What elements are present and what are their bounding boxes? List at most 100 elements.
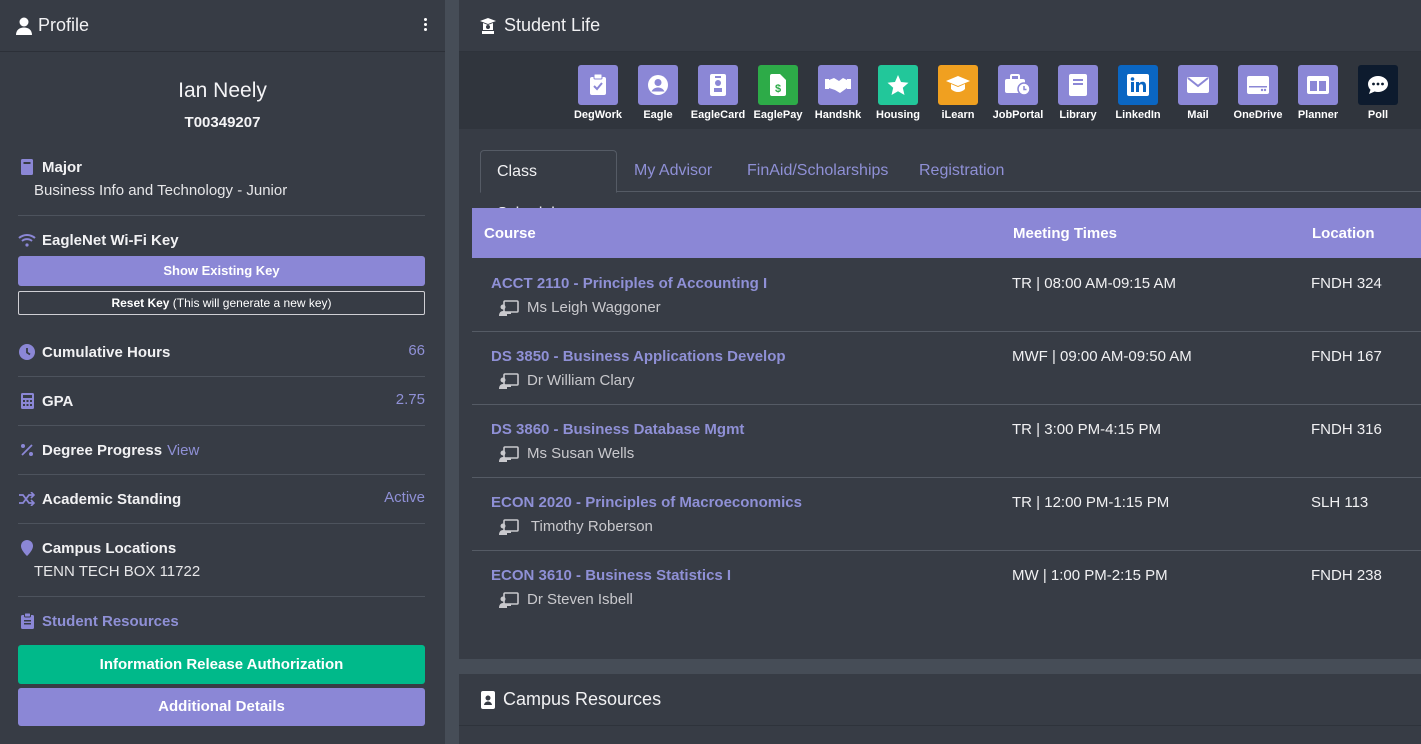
profile-header: Profile <box>0 0 445 52</box>
app-planner[interactable]: Planner <box>1288 65 1348 121</box>
app-linkedin[interactable]: LinkedIn <box>1108 65 1168 121</box>
app-ilearn[interactable]: iLearn <box>928 65 988 121</box>
course-link[interactable]: ECON 2020 - Principles of Macroeconomics <box>491 494 802 511</box>
app-library[interactable]: Library <box>1048 65 1108 121</box>
app-mail[interactable]: Mail <box>1168 65 1228 121</box>
user-icon <box>16 17 32 35</box>
chalkboard-teacher-icon <box>499 591 519 608</box>
chalkboard-teacher-icon <box>499 299 519 316</box>
student-life-card: Student Life DegWork Eagle EagleCard $ E… <box>459 0 1421 659</box>
course-link[interactable]: DS 3860 - Business Database Mgmt <box>491 421 744 438</box>
additional-details-button[interactable]: Additional Details <box>18 688 425 726</box>
meeting-times: TR | 3:00 PM-4:15 PM <box>1012 421 1161 438</box>
hours-label: Cumulative Hours <box>42 343 171 361</box>
app-launcher: DegWork Eagle EagleCard $ EaglePay Hands… <box>459 52 1421 129</box>
id-badge-icon <box>698 65 738 105</box>
instructor: Ms Leigh Waggoner <box>499 299 661 316</box>
standing-section: Academic Standing Active <box>18 489 425 509</box>
divider <box>18 474 425 475</box>
table-row: ECON 2020 - Principles of Macroeconomics… <box>472 478 1421 551</box>
tab-registration[interactable]: Registration <box>903 150 1020 192</box>
course-link[interactable]: ECON 3610 - Business Statistics I <box>491 567 731 584</box>
gpa-value: 2.75 <box>395 391 425 408</box>
more-options-icon[interactable] <box>419 15 431 33</box>
chalkboard-teacher-icon <box>499 518 519 535</box>
campus-value: TENN TECH BOX 11722 <box>34 563 201 580</box>
campus-label: Campus Locations <box>42 539 177 557</box>
table-row: ECON 3610 - Business Statistics I Dr Ste… <box>472 551 1421 624</box>
location: FNDH 324 <box>1311 275 1382 292</box>
student-name: Ian Neely <box>178 79 267 102</box>
resources-label: Student Resources <box>42 612 179 630</box>
major-label: Major <box>42 158 83 176</box>
app-housing[interactable]: Housing <box>868 65 928 121</box>
svg-text:$: $ <box>775 83 781 95</box>
tab-my-advisor[interactable]: My Advisor <box>618 150 728 192</box>
degree-view-link[interactable]: View <box>167 442 199 459</box>
chalkboard-teacher-icon <box>499 372 519 389</box>
map-pin-icon <box>18 539 36 557</box>
column-course: Course <box>484 225 536 242</box>
hours-section: Cumulative Hours 66 <box>18 342 425 362</box>
graduation-cap-icon <box>938 65 978 105</box>
table-row: DS 3850 - Business Applications Develop … <box>472 332 1421 405</box>
location: SLH 113 <box>1311 494 1369 511</box>
app-eagle[interactable]: Eagle <box>628 65 688 121</box>
meeting-times: TR | 08:00 AM-09:15 AM <box>1012 275 1176 292</box>
table-row: ACCT 2110 - Principles of Accounting I M… <box>472 259 1421 332</box>
divider <box>18 215 425 216</box>
linkedin-icon <box>1118 65 1158 105</box>
book-icon <box>18 158 36 176</box>
tab-class-schedule[interactable]: Class Schedule <box>480 150 617 222</box>
tab-finaid-scholarships[interactable]: FinAid/Scholarships <box>731 150 904 192</box>
degree-label: Degree Progress <box>42 441 163 459</box>
course-link[interactable]: DS 3850 - Business Applications Develop <box>491 348 786 365</box>
percent-icon <box>18 441 36 459</box>
campus-resources-title: Campus Resources <box>503 689 662 709</box>
campus-resources-card: Campus Resources <box>459 674 1421 744</box>
handshake-icon <box>818 65 858 105</box>
app-eaglecard[interactable]: EagleCard <box>688 65 748 121</box>
divider <box>18 376 425 377</box>
reset-key-note: (This will generate a new key) <box>169 296 332 310</box>
location: FNDH 316 <box>1311 421 1382 438</box>
reset-key-button[interactable]: Reset Key (This will generate a new key) <box>18 291 425 315</box>
app-handshk[interactable]: Handshk <box>808 65 868 121</box>
app-poll[interactable]: Poll <box>1348 65 1408 121</box>
show-existing-key-button[interactable]: Show Existing Key <box>18 256 425 286</box>
profile-panel: Profile Ian Neely T00349207 Major Busine… <box>0 0 445 744</box>
wifi-label: EagleNet Wi-Fi Key <box>42 231 179 249</box>
app-eaglepay[interactable]: $ EaglePay <box>748 65 808 121</box>
campus-resources-header: Campus Resources <box>459 674 1421 726</box>
student-life-header: Student Life <box>459 0 1421 52</box>
location: FNDH 238 <box>1311 567 1382 584</box>
divider <box>18 596 425 597</box>
meeting-times: MWF | 09:00 AM-09:50 AM <box>1012 348 1192 365</box>
columns-icon <box>1298 65 1338 105</box>
dollar-file-icon: $ <box>758 65 798 105</box>
app-onedrive[interactable]: OneDrive <box>1228 65 1288 121</box>
meeting-times: TR | 12:00 PM-1:15 PM <box>1012 494 1170 511</box>
meeting-times: MW | 1:00 PM-2:15 PM <box>1012 567 1168 584</box>
information-release-button[interactable]: Information Release Authorization <box>18 645 425 684</box>
schedule-table-header: Course Meeting Times Location <box>472 208 1421 258</box>
divider <box>18 523 425 524</box>
column-meeting-times: Meeting Times <box>1013 225 1117 242</box>
wifi-icon <box>18 231 36 249</box>
wifi-section: EagleNet Wi-Fi Key <box>18 230 425 250</box>
calculator-icon <box>18 392 36 410</box>
instructor: Ms Susan Wells <box>499 445 634 462</box>
column-location: Location <box>1312 225 1375 242</box>
campus-section: Campus Locations TENN TECH BOX 11722 <box>18 538 425 580</box>
user-circle-icon <box>638 65 678 105</box>
standing-value: Active <box>384 489 425 506</box>
hours-value: 66 <box>408 342 425 359</box>
degree-section: Degree Progress View <box>18 440 425 460</box>
book-icon <box>1058 65 1098 105</box>
gpa-label: GPA <box>42 392 74 410</box>
course-link[interactable]: ACCT 2110 - Principles of Accounting I <box>491 275 767 292</box>
star-icon <box>878 65 918 105</box>
app-jobportal[interactable]: JobPortal <box>988 65 1048 121</box>
app-degwork[interactable]: DegWork <box>568 65 628 121</box>
envelope-icon <box>1178 65 1218 105</box>
